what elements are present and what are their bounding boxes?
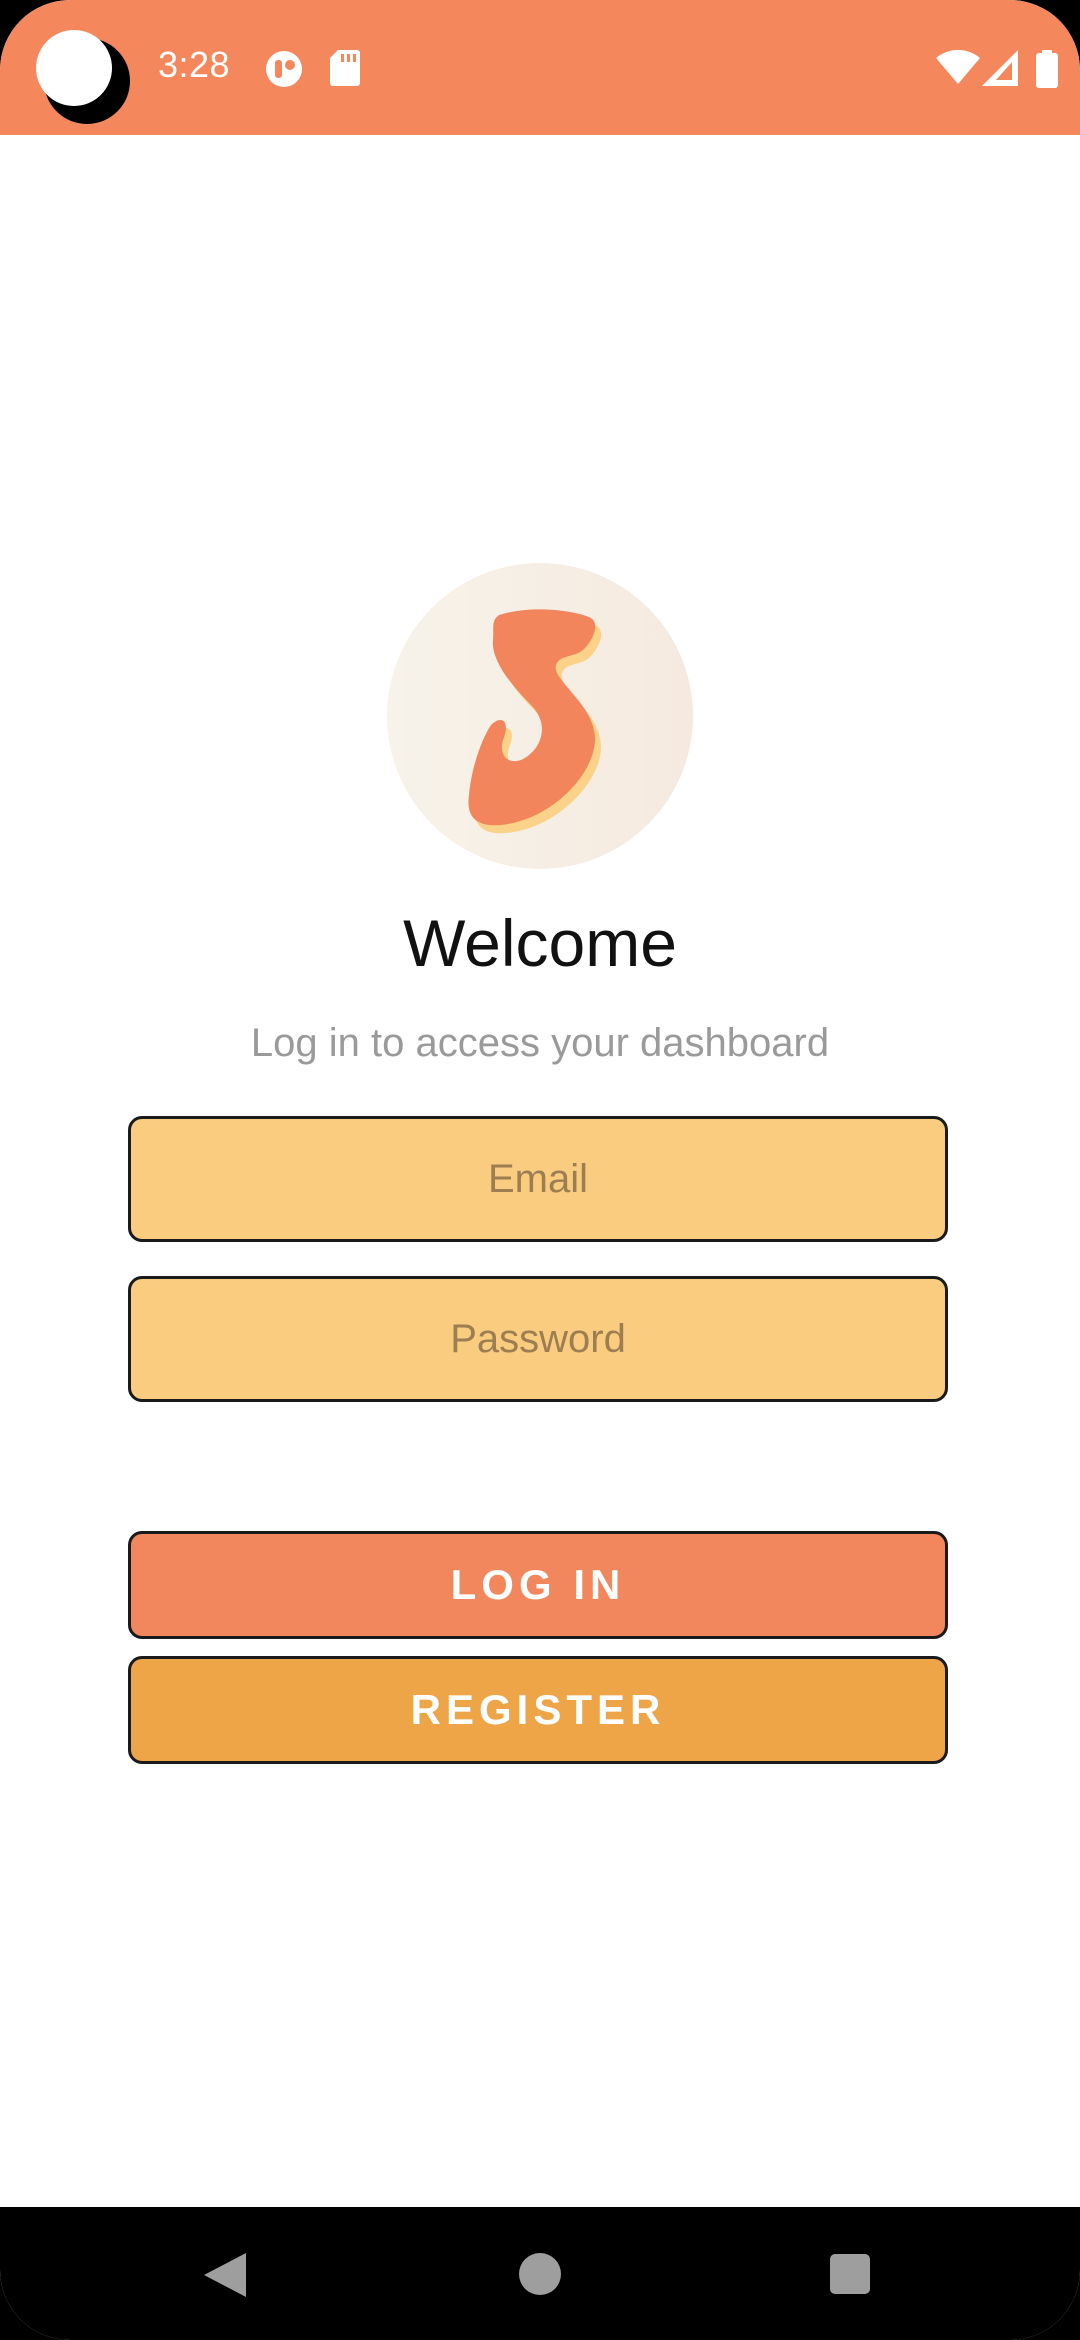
wifi-icon — [936, 50, 980, 84]
register-button[interactable]: REGISTER — [128, 1656, 948, 1764]
battery-icon — [1036, 50, 1058, 88]
status-time: 3:28 — [158, 44, 231, 85]
cell-signal-icon — [982, 50, 1018, 86]
welcome-title: Welcome — [403, 906, 677, 980]
password-input[interactable] — [128, 1276, 948, 1402]
status-bar: 3:28 — [0, 0, 1080, 135]
email-input[interactable] — [128, 1116, 948, 1242]
camera-cutout — [36, 30, 130, 124]
sd-card-icon — [330, 50, 360, 86]
phone-screen: 3:28 Welcome Log in to access your dashb… — [0, 0, 1080, 2340]
home-icon[interactable] — [519, 2253, 561, 2295]
recents-icon[interactable] — [830, 2254, 870, 2294]
s-logo-icon — [468, 609, 602, 834]
app-logo — [387, 563, 693, 869]
login-subtitle: Log in to access your dashboard — [250, 1021, 830, 1065]
login-button[interactable]: LOG IN — [128, 1531, 948, 1639]
back-icon[interactable] — [204, 2253, 246, 2297]
notification-app-icon — [266, 51, 302, 87]
